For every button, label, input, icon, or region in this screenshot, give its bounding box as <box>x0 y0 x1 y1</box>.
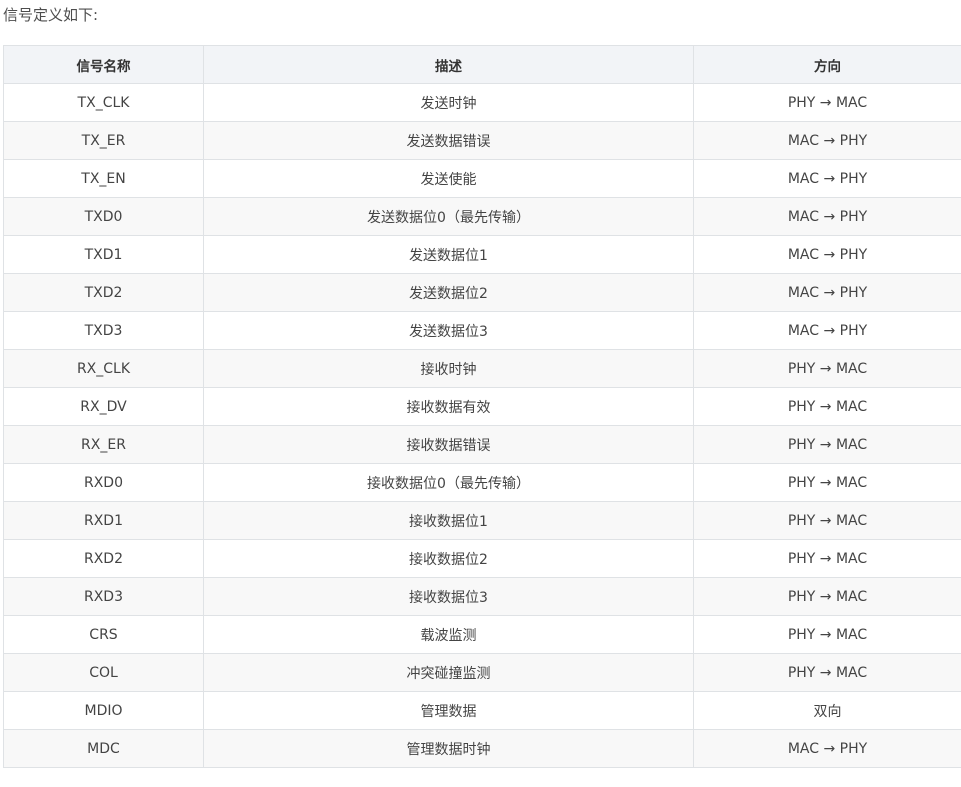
signal-name-cell: TXD2 <box>3 273 204 312</box>
signal-name-cell: CRS <box>3 615 204 654</box>
table-row: TXD3 发送数据位3 MAC → PHY <box>3 311 961 350</box>
signal-name-cell: COL <box>3 653 204 692</box>
signal-name-cell: RXD1 <box>3 501 204 540</box>
description-cell: 接收数据位3 <box>203 577 694 616</box>
signal-table: 信号名称 描述 方向 TX_CLK 发送时钟 PHY → MAC TX_ER 发… <box>3 45 961 768</box>
intro-text: 信号定义如下: <box>3 6 99 24</box>
description-cell: 管理数据 <box>203 691 694 730</box>
description-cell: 载波监测 <box>203 615 694 654</box>
table-row: TX_CLK 发送时钟 PHY → MAC <box>3 83 961 122</box>
direction-cell: PHY → MAC <box>693 539 961 578</box>
description-cell: 发送使能 <box>203 159 694 198</box>
signal-name-cell: MDIO <box>3 691 204 730</box>
direction-cell: PHY → MAC <box>693 83 961 122</box>
description-cell: 接收数据位2 <box>203 539 694 578</box>
direction-cell: MAC → PHY <box>693 121 961 160</box>
direction-cell: 双向 <box>693 691 961 730</box>
direction-cell: PHY → MAC <box>693 653 961 692</box>
direction-cell: PHY → MAC <box>693 577 961 616</box>
description-cell: 接收数据位1 <box>203 501 694 540</box>
table-row: RXD2 接收数据位2 PHY → MAC <box>3 539 961 578</box>
table-header: 信号名称 描述 方向 <box>3 45 961 84</box>
table-row: RX_DV 接收数据有效 PHY → MAC <box>3 387 961 426</box>
direction-cell: MAC → PHY <box>693 729 961 768</box>
header-row: 信号名称 描述 方向 <box>3 45 961 84</box>
header-signal-name: 信号名称 <box>3 45 204 84</box>
signal-name-cell: RX_DV <box>3 387 204 426</box>
direction-cell: PHY → MAC <box>693 501 961 540</box>
description-cell: 发送数据位1 <box>203 235 694 274</box>
table-row: CRS 载波监测 PHY → MAC <box>3 615 961 654</box>
signal-name-cell: RXD3 <box>3 577 204 616</box>
signal-name-cell: TXD0 <box>3 197 204 236</box>
table-row: TX_ER 发送数据错误 MAC → PHY <box>3 121 961 160</box>
table-row: RX_ER 接收数据错误 PHY → MAC <box>3 425 961 464</box>
table-row: RXD1 接收数据位1 PHY → MAC <box>3 501 961 540</box>
direction-cell: PHY → MAC <box>693 387 961 426</box>
table-row: MDIO 管理数据 双向 <box>3 691 961 730</box>
table-row: TXD2 发送数据位2 MAC → PHY <box>3 273 961 312</box>
table-body: TX_CLK 发送时钟 PHY → MAC TX_ER 发送数据错误 MAC →… <box>3 83 961 768</box>
direction-cell: PHY → MAC <box>693 463 961 502</box>
direction-cell: MAC → PHY <box>693 159 961 198</box>
signal-name-cell: MDC <box>3 729 204 768</box>
direction-cell: PHY → MAC <box>693 615 961 654</box>
direction-cell: MAC → PHY <box>693 197 961 236</box>
signal-name-cell: TXD3 <box>3 311 204 350</box>
table-row: RX_CLK 接收时钟 PHY → MAC <box>3 349 961 388</box>
direction-cell: PHY → MAC <box>693 349 961 388</box>
header-description: 描述 <box>203 45 694 84</box>
signal-name-cell: TX_EN <box>3 159 204 198</box>
description-cell: 接收数据错误 <box>203 425 694 464</box>
signal-name-cell: TX_CLK <box>3 83 204 122</box>
direction-cell: MAC → PHY <box>693 235 961 274</box>
direction-cell: MAC → PHY <box>693 273 961 312</box>
description-cell: 接收数据位0（最先传输） <box>203 463 694 502</box>
table-row: TXD1 发送数据位1 MAC → PHY <box>3 235 961 274</box>
signal-name-cell: RX_CLK <box>3 349 204 388</box>
table-row: COL 冲突碰撞监测 PHY → MAC <box>3 653 961 692</box>
description-cell: 管理数据时钟 <box>203 729 694 768</box>
table-row: RXD3 接收数据位3 PHY → MAC <box>3 577 961 616</box>
signal-name-cell: RXD2 <box>3 539 204 578</box>
signal-name-cell: TX_ER <box>3 121 204 160</box>
table-row: RXD0 接收数据位0（最先传输） PHY → MAC <box>3 463 961 502</box>
direction-cell: MAC → PHY <box>693 311 961 350</box>
direction-cell: PHY → MAC <box>693 425 961 464</box>
description-cell: 冲突碰撞监测 <box>203 653 694 692</box>
description-cell: 接收时钟 <box>203 349 694 388</box>
signal-name-cell: RXD0 <box>3 463 204 502</box>
signal-name-cell: RX_ER <box>3 425 204 464</box>
signal-name-cell: TXD1 <box>3 235 204 274</box>
table-row: MDC 管理数据时钟 MAC → PHY <box>3 729 961 768</box>
description-cell: 接收数据有效 <box>203 387 694 426</box>
description-cell: 发送数据位3 <box>203 311 694 350</box>
table-row: TX_EN 发送使能 MAC → PHY <box>3 159 961 198</box>
description-cell: 发送数据位0（最先传输） <box>203 197 694 236</box>
description-cell: 发送时钟 <box>203 83 694 122</box>
description-cell: 发送数据位2 <box>203 273 694 312</box>
header-direction: 方向 <box>693 45 961 84</box>
description-cell: 发送数据错误 <box>203 121 694 160</box>
table-row: TXD0 发送数据位0（最先传输） MAC → PHY <box>3 197 961 236</box>
